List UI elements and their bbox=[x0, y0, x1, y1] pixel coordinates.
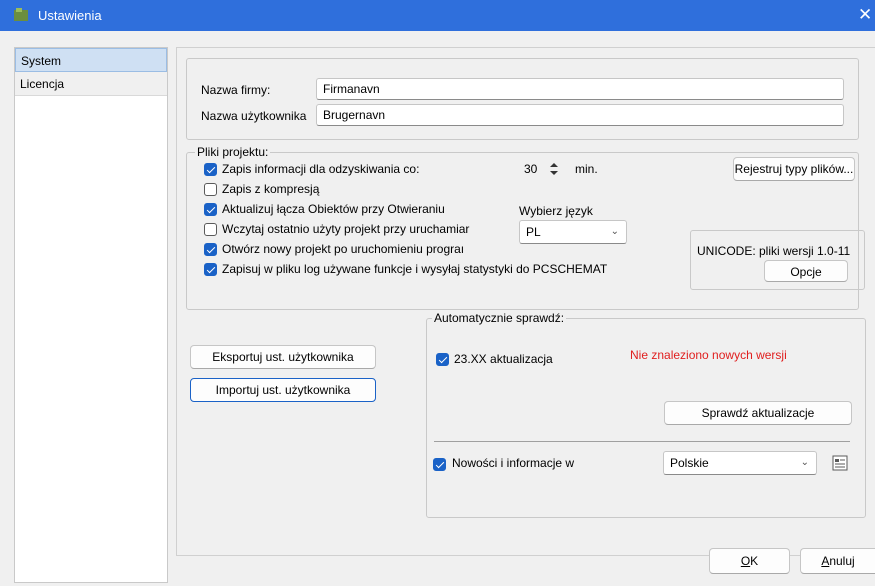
ok-accel: O bbox=[740, 554, 751, 568]
dialog-client: System Licencja Nazwa firmy: Firmanavn N… bbox=[0, 31, 875, 586]
language-select-value: PL bbox=[526, 225, 541, 239]
settings-nav: System Licencja bbox=[14, 47, 168, 583]
news-language-value: Polskie bbox=[670, 456, 709, 470]
news-details-icon[interactable] bbox=[832, 455, 848, 471]
export-settings-button[interactable]: Eksportuj ust. użytkownika bbox=[190, 345, 376, 369]
ok-button[interactable]: OK bbox=[709, 548, 790, 574]
language-label: Wybierz język bbox=[519, 204, 593, 218]
log-checkbox[interactable] bbox=[204, 263, 217, 276]
cancel-button[interactable]: Anuluj bbox=[800, 548, 875, 574]
user-name-field[interactable]: Brugernavn bbox=[316, 104, 844, 126]
new-project-label: Otwórz nowy projekt po uruchomieniu prog… bbox=[222, 242, 465, 256]
last-project-checkbox[interactable] bbox=[204, 223, 217, 236]
nav-item-licencja[interactable]: Licencja bbox=[15, 72, 167, 96]
ok-rest: K bbox=[750, 554, 759, 568]
update-checkbox[interactable] bbox=[436, 353, 449, 366]
update-status-text: Nie znaleziono nowych wersji bbox=[630, 348, 787, 362]
firm-name-field[interactable]: Firmanavn bbox=[316, 78, 844, 100]
auto-check-title: Automatycznie sprawdź: bbox=[432, 311, 567, 325]
spin-arrows-icon[interactable] bbox=[549, 161, 559, 177]
divider bbox=[434, 441, 850, 442]
new-project-checkbox[interactable] bbox=[204, 243, 217, 256]
check-updates-button[interactable]: Sprawdź aktualizacje bbox=[664, 401, 852, 425]
title-bar: Ustawienia ✕ bbox=[0, 0, 875, 31]
compress-label: Zapis z kompresją bbox=[222, 182, 320, 196]
update-links-checkbox[interactable] bbox=[204, 203, 217, 216]
update-label: 23.XX aktualizacja bbox=[454, 352, 553, 366]
log-label: Zapisuj w pliku log używane funkcje i wy… bbox=[222, 262, 608, 276]
settings-panel: Nazwa firmy: Firmanavn Nazwa użytkownika… bbox=[176, 47, 875, 556]
close-icon[interactable]: ✕ bbox=[858, 5, 875, 25]
app-icon bbox=[14, 8, 28, 21]
last-project-label: Wczytaj ostatnio użyty projekt przy uruc… bbox=[222, 222, 470, 236]
unicode-label: UNICODE: pliki wersji 1.0-11 bbox=[697, 244, 851, 258]
language-select[interactable]: PL ⌄ bbox=[519, 220, 627, 244]
firm-label: Nazwa firmy: bbox=[201, 83, 271, 97]
recovery-label: Zapis informacji dla odzyskiwania co: bbox=[222, 162, 420, 176]
news-label: Nowości i informacje w bbox=[452, 456, 575, 470]
chevron-down-icon: ⌄ bbox=[610, 226, 619, 237]
chevron-down-icon: ⌄ bbox=[800, 457, 809, 468]
recovery-interval-stepper[interactable]: 30 bbox=[519, 158, 564, 180]
recovery-checkbox[interactable] bbox=[204, 163, 217, 176]
import-settings-button[interactable]: Importuj ust. użytkownika bbox=[190, 378, 376, 402]
project-files-title: Pliki projektu: bbox=[195, 145, 271, 159]
cancel-rest: nuluj bbox=[829, 554, 855, 568]
recovery-unit: min. bbox=[575, 162, 598, 176]
user-label: Nazwa użytkownika bbox=[201, 109, 307, 123]
news-language-select[interactable]: Polskie ⌄ bbox=[663, 451, 817, 475]
recovery-interval-value: 30 bbox=[524, 162, 538, 176]
unicode-options-button[interactable]: Opcje bbox=[764, 260, 848, 282]
update-links-label: Aktualizuj łącza Obiektów przy Otwierani… bbox=[222, 202, 445, 216]
nav-item-system[interactable]: System bbox=[15, 48, 167, 72]
window-title: Ustawienia bbox=[38, 8, 102, 23]
compress-checkbox[interactable] bbox=[204, 183, 217, 196]
news-checkbox[interactable] bbox=[433, 458, 446, 471]
register-file-types-button[interactable]: Rejestruj typy plików... bbox=[733, 157, 855, 181]
